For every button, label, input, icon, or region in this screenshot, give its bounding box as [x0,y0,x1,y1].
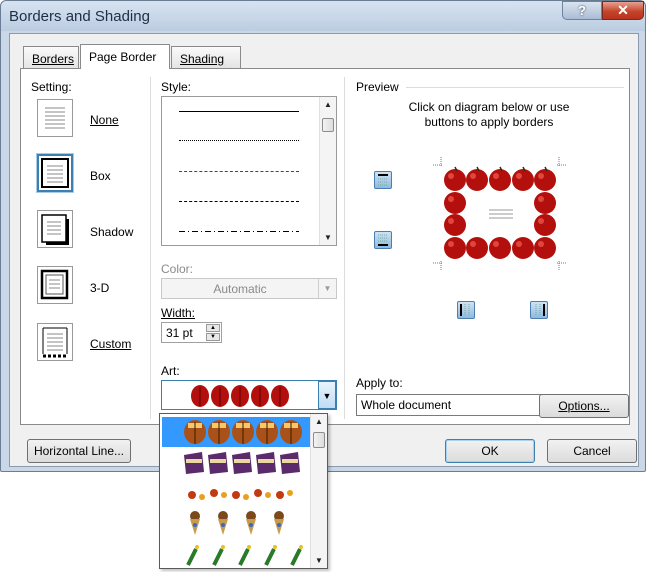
window-title: Borders and Shading [9,8,150,25]
style-option[interactable] [179,201,299,202]
left-border-button[interactable] [457,301,475,319]
setting-none[interactable]: None [37,95,147,143]
color-select[interactable]: Automatic ▼ [161,278,337,299]
bottom-border-button[interactable] [374,231,392,249]
cancel-button[interactable]: Cancel [547,439,637,463]
ok-label: OK [481,444,499,458]
scroll-thumb[interactable] [322,118,334,132]
divider [150,77,151,419]
preview-instruction: Click on diagram below or use buttons to… [408,100,570,129]
ice-cream-art-icon [190,511,284,535]
setting-none-label: None [90,113,119,127]
tab-label: Page Border [89,50,157,64]
apply-to-label: Apply to: [356,376,403,390]
color-label: Color: [161,262,194,276]
art-label: Art: [161,364,180,378]
art-option-pencils[interactable] [162,537,310,567]
horizontal-line-label: Horizontal Line... [33,444,125,458]
preview-heading: Preview [356,80,399,94]
left-border-icon [460,304,470,316]
setting-custom[interactable]: Custom [37,319,147,367]
cancel-label: Cancel [573,444,611,458]
options-button[interactable]: Options... [539,394,629,418]
style-listbox[interactable]: ▲ ▼ [161,96,337,246]
divider [344,77,345,419]
scroll-up-icon[interactable]: ▲ [320,100,336,109]
custom-setting-icon [37,323,73,361]
right-border-icon [535,304,545,316]
setting-box-label: Box [90,169,111,183]
dialog-window: Borders and Shading ? ✕ Borders Page Bor… [0,0,646,472]
tab-shading[interactable]: Shading [171,46,241,68]
cake-art-icon [184,452,300,474]
apply-to-value: Whole document [361,398,452,412]
box-setting-icon [37,154,73,192]
tab-label: Shading [180,52,225,66]
setting-shadow-label: Shadow [90,225,134,239]
none-setting-icon [37,99,73,137]
style-heading: Style: [161,80,192,94]
dialog-client: Borders Page Border Shading Setting: Non… [9,33,639,467]
style-option[interactable] [179,140,299,141]
spin-down-icon[interactable]: ▼ [206,333,220,341]
divider [406,87,624,88]
dropdown-arrow-icon[interactable]: ▼ [318,279,336,298]
tab-page-border[interactable]: Page Border [80,44,170,69]
art-option-flowers[interactable] [162,477,310,507]
page-border-panel: Setting: None Box Shadow 3-D Custom Styl… [20,68,630,425]
dropdown-arrow-icon[interactable]: ▼ [318,381,336,409]
style-option[interactable] [179,231,299,232]
ok-button[interactable]: OK [445,439,535,463]
color-value: Automatic [213,282,267,296]
setting-heading: Setting: [31,80,72,94]
close-button[interactable]: ✕ [602,1,644,20]
setting-3d-label: 3-D [90,281,110,295]
width-label: Width: [161,306,196,320]
setting-box[interactable]: Box [37,151,147,199]
width-spinner[interactable]: 31 pt ▲ ▼ [161,322,222,343]
art-option-ice-cream[interactable] [162,507,310,537]
right-border-button[interactable] [530,301,548,319]
scroll-down-icon[interactable]: ▼ [320,233,336,242]
scroll-thumb[interactable] [313,432,325,448]
art-list-scrollbar[interactable]: ▲ ▼ [310,414,327,568]
tulip-art-icon [184,420,302,444]
title-bar[interactable]: Borders and Shading ? ✕ [1,1,645,31]
bottom-border-icon [378,234,388,246]
tab-label: Borders [32,52,75,66]
preview-diagram[interactable] [433,157,567,271]
scroll-up-icon[interactable]: ▲ [311,417,327,426]
flower-art-icon [188,489,293,500]
top-border-button[interactable] [374,171,392,189]
art-option-tulips[interactable] [162,417,310,447]
top-border-icon [378,174,388,186]
help-button[interactable]: ? [562,1,602,20]
scroll-down-icon[interactable]: ▼ [311,556,327,565]
tab-borders[interactable]: Borders [23,46,79,68]
options-label: Options... [558,399,610,413]
shadow-setting-icon [37,210,73,248]
setting-custom-label: Custom [90,337,132,351]
pencil-art-icon [186,545,303,566]
style-option[interactable] [179,111,299,112]
art-dropdown-list[interactable]: ▲ ▼ [159,413,328,569]
style-scrollbar[interactable]: ▲ ▼ [319,97,336,245]
apple-art-preview [191,385,289,407]
width-value: 31 pt [166,326,193,340]
setting-shadow[interactable]: Shadow [37,207,147,255]
setting-3d[interactable]: 3-D [37,263,147,311]
art-select[interactable]: ▼ [161,380,337,410]
spin-up-icon[interactable]: ▲ [206,324,220,332]
3d-setting-icon [37,266,73,304]
horizontal-line-button[interactable]: Horizontal Line... [27,439,131,463]
style-option[interactable] [179,171,299,172]
art-option-cakes[interactable] [162,447,310,477]
